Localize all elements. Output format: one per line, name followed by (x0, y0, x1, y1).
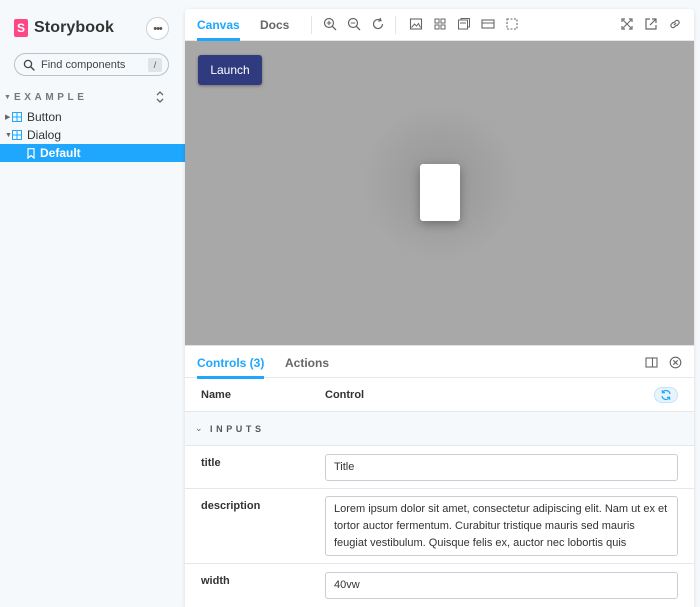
width-field[interactable]: 40vw (325, 572, 678, 599)
measure-icon[interactable] (457, 17, 471, 31)
sidebar-item-default[interactable]: Default (0, 144, 185, 162)
chevron-down-icon: ⌄ (195, 423, 203, 433)
storybook-logo-icon: S (14, 19, 28, 37)
addons-panel: Controls (3) Actions Name Control ⌄ INPU… (185, 345, 694, 607)
toolbar-divider (311, 16, 312, 34)
addons-tabs: Controls (3) Actions (185, 345, 694, 379)
zoom-out-icon[interactable] (347, 17, 361, 31)
close-icon[interactable] (669, 356, 682, 369)
control-name: title (201, 457, 221, 469)
brand-name: Storybook (34, 19, 115, 36)
tab-docs[interactable]: Docs (260, 9, 289, 41)
control-row-width: width 40vw (185, 564, 694, 607)
chevron-right-icon: ▶ (5, 114, 11, 121)
component-icon (12, 112, 22, 122)
group-header-example[interactable]: ▼ EXAMPLE (0, 90, 185, 104)
open-new-tab-icon[interactable] (644, 17, 658, 31)
column-control: Control (325, 388, 365, 401)
zoom-in-icon[interactable] (323, 17, 337, 31)
copy-link-icon[interactable] (668, 17, 682, 31)
search-shortcut-badge: / (148, 57, 162, 72)
viewport-icon[interactable] (481, 17, 495, 31)
search-input[interactable] (41, 58, 148, 71)
toolbar: Canvas Docs (185, 9, 694, 41)
outline-icon[interactable] (505, 17, 519, 31)
sidebar-item-button[interactable]: ▶ Button (0, 108, 185, 126)
reset-controls-button[interactable] (654, 387, 678, 403)
tab-controls[interactable]: Controls (3) (197, 346, 265, 379)
grid-icon[interactable] (433, 17, 447, 31)
sidebar-item-label: Button (27, 110, 62, 124)
control-name: width (201, 575, 230, 587)
preview-canvas[interactable]: Launch (185, 41, 694, 345)
chevron-down-icon: ▼ (5, 131, 12, 139)
search-icon (23, 59, 35, 71)
panel-orientation-icon[interactable] (645, 356, 658, 369)
control-row-description: description Lorem ipsum dolor sit amet, … (185, 489, 694, 564)
sidebar-item-label: Default (40, 146, 81, 160)
brand[interactable]: S Storybook (14, 18, 114, 38)
component-icon (12, 130, 22, 140)
toolbar-divider (395, 16, 396, 34)
control-row-title: title Title (185, 446, 694, 489)
title-field[interactable]: Title (325, 454, 678, 481)
bookmark-icon (27, 148, 35, 159)
control-name: description (201, 500, 261, 512)
expand-collapse-all-icon[interactable] (155, 90, 165, 104)
fullscreen-icon[interactable] (620, 17, 634, 31)
background-icon[interactable] (409, 17, 423, 31)
chevron-down-icon: ▼ (4, 93, 11, 101)
sidebar-item-dialog[interactable]: ▼ Dialog (0, 126, 185, 144)
tab-canvas[interactable]: Canvas (197, 9, 240, 41)
section-inputs[interactable]: ⌄ INPUTS (185, 412, 694, 446)
sidebar-item-label: Dialog (27, 128, 62, 142)
sidebar-menu-button[interactable]: ••• (146, 17, 169, 40)
sidebar: S Storybook ••• / ▼ EXAMPLE ▶ Button ▼ (0, 0, 185, 607)
launch-button[interactable]: Launch (198, 55, 262, 85)
description-field[interactable]: Lorem ipsum dolor sit amet, consectetur … (325, 496, 678, 556)
dialog-preview[interactable] (420, 164, 460, 221)
section-label: INPUTS (210, 423, 265, 434)
group-label: EXAMPLE (14, 91, 88, 103)
search-box[interactable]: / (14, 53, 169, 76)
main-panel: Canvas Docs Launch Controls (3) Actions … (185, 9, 694, 607)
tab-actions[interactable]: Actions (285, 346, 329, 379)
controls-header: Name Control (185, 378, 694, 412)
zoom-reset-icon[interactable] (371, 17, 385, 31)
column-name: Name (201, 388, 231, 401)
reset-icon (661, 390, 671, 400)
